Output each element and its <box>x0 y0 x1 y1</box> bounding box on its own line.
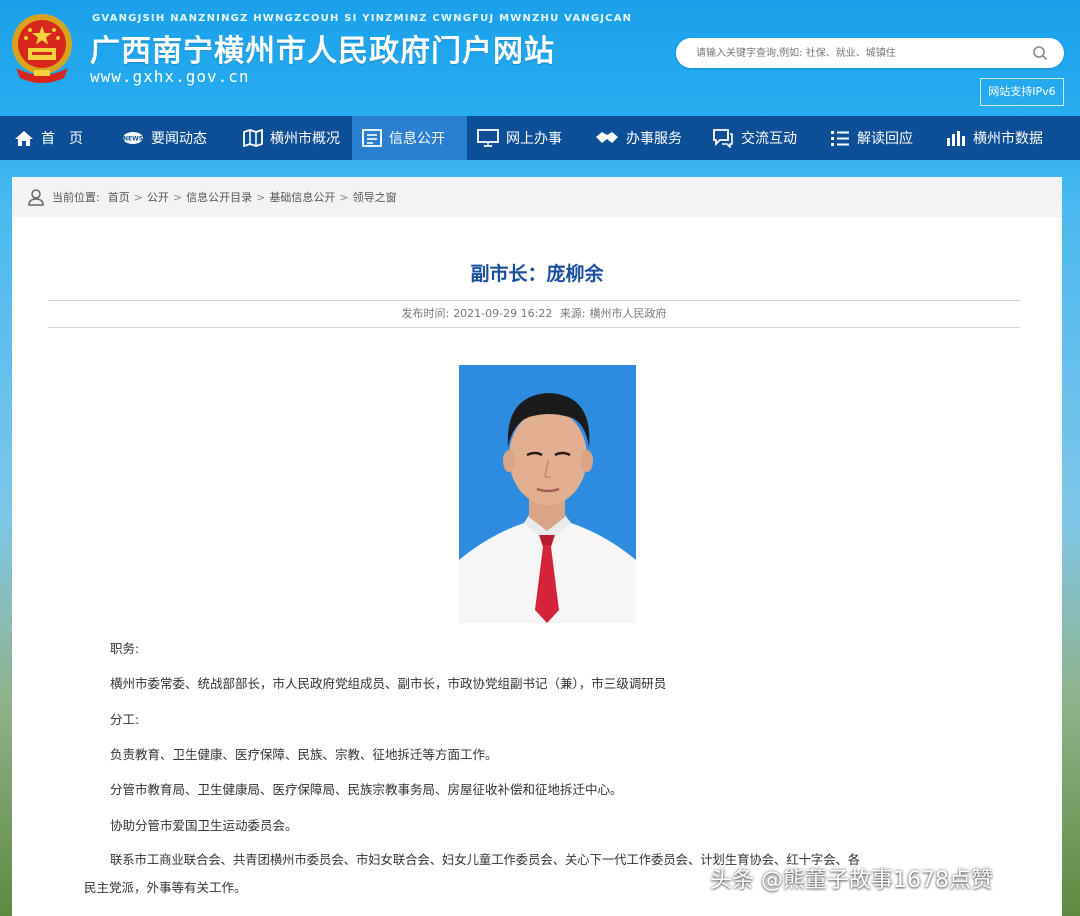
site-title[interactable]: 广西南宁横州市人民政府门户网站 <box>90 26 555 70</box>
nav-label: 信息公开 <box>389 131 445 147</box>
nav-item-overview[interactable]: 横州市概况 <box>233 116 352 160</box>
paragraph: 分工: <box>110 712 140 727</box>
main-nav: 首 页 NEWS 要闻动态 横州市概况 信息公开 网上办事 办事服务 交流互动 … <box>0 116 1080 160</box>
nav-item-news[interactable]: NEWS 要闻动态 <box>112 116 233 160</box>
article-title: 副市长：庞柳余 <box>470 263 604 285</box>
breadcrumb-prefix: 当前位置: <box>52 191 100 204</box>
breadcrumb-catalog[interactable]: 信息公开目录 <box>186 189 252 205</box>
breadcrumb-public[interactable]: 公开 <box>147 189 169 205</box>
svg-text:NEWS: NEWS <box>123 136 143 143</box>
source: 横州市人民政府 <box>589 307 667 320</box>
breadcrumb-separator: > <box>256 190 266 204</box>
location-person-icon <box>28 189 44 206</box>
breadcrumb-home[interactable]: 首页 <box>108 189 130 205</box>
nav-item-interpretation[interactable]: 解读回应 <box>820 116 936 160</box>
nav-label: 要闻动态 <box>151 131 207 147</box>
nav-item-online-services[interactable]: 网上办事 <box>467 116 585 160</box>
paragraph: 协助分管市爱国卫生运动委员会。 <box>110 818 298 833</box>
paragraph: 职务: <box>110 641 140 656</box>
nav-item-interaction[interactable]: 交流互动 <box>702 116 820 160</box>
breadcrumb: 当前位置: 首页 > 公开 > 信息公开目录 > 基础信息公开 > 领导之窗 <box>12 177 1062 217</box>
nav-label: 横州市数据 <box>973 131 1043 147</box>
site-url: www.gxhx.gov.cn <box>90 67 250 86</box>
nav-label: 交流互动 <box>741 131 797 147</box>
search-input[interactable] <box>696 45 1016 61</box>
handshake-icon <box>596 132 618 143</box>
paragraph: 民主党派，外事等有关工作。 <box>84 880 247 895</box>
article-meta: 发布时间: 2021-09-29 16:22 来源: 横州市人民政府 <box>48 300 1020 328</box>
breadcrumb-basic-info[interactable]: 基础信息公开 <box>269 189 335 205</box>
nav-label: 首 页 <box>41 131 83 147</box>
national-emblem-icon[interactable] <box>8 12 76 88</box>
breadcrumb-separator: > <box>172 190 183 204</box>
breadcrumb-leaders[interactable]: 领导之窗 <box>353 189 397 205</box>
breadcrumb-separator: > <box>339 190 349 204</box>
watermark: 头条 @熊董子故事1678点赞 <box>710 868 993 893</box>
nav-item-city-data[interactable]: 横州市数据 <box>936 116 1057 160</box>
bar-chart-icon <box>947 131 965 146</box>
source-label: 来源: <box>559 307 586 320</box>
nav-label: 办事服务 <box>626 131 682 147</box>
map-icon <box>243 129 263 147</box>
publish-time: 2021-09-29 16:22 <box>453 307 553 320</box>
nav-label: 解读回应 <box>857 131 913 147</box>
content-panel: 当前位置: 首页 > 公开 > 信息公开目录 > 基础信息公开 > 领导之窗 副… <box>12 177 1062 916</box>
paragraph: 横州市委常委、统战部部长，市人民政府党组成员、副市长，市政协党组副书记（兼），市… <box>110 676 667 691</box>
nav-item-home[interactable]: 首 页 <box>0 116 112 160</box>
breadcrumb-separator: > <box>133 190 143 204</box>
nav-item-info-disclosure[interactable]: 信息公开 <box>352 116 467 160</box>
site-header: GVANGJSIH NANZNINGZ HWNGZCOUH SI YINZMIN… <box>0 0 1080 116</box>
ipv6-badge[interactable]: 网站支持IPv6 <box>980 78 1064 106</box>
monitor-icon <box>477 129 499 147</box>
chat-icon <box>713 129 733 148</box>
document-icon <box>362 129 382 147</box>
home-icon <box>15 131 33 146</box>
nav-item-service-guide[interactable]: 办事服务 <box>585 116 702 160</box>
nav-label: 网上办事 <box>506 131 562 147</box>
paragraph: 分管市教育局、卫生健康局、医疗保障局、民族宗教事务局、房屋征收补偿和征地拆迁中心… <box>110 782 623 797</box>
list-icon <box>831 131 849 146</box>
search-box[interactable] <box>676 38 1064 68</box>
official-portrait <box>459 365 636 623</box>
news-icon: NEWS <box>123 132 143 144</box>
publish-time-label: 发布时间: <box>401 307 450 320</box>
nav-label: 横州市概况 <box>270 131 340 147</box>
site-pinyin-name: GVANGJSIH NANZNINGZ HWNGZCOUH SI YINZMIN… <box>92 13 633 24</box>
search-icon[interactable] <box>1032 45 1048 61</box>
paragraph: 负责教育、卫生健康、医疗保障、民族、宗教、征地拆迁等方面工作。 <box>110 747 498 762</box>
